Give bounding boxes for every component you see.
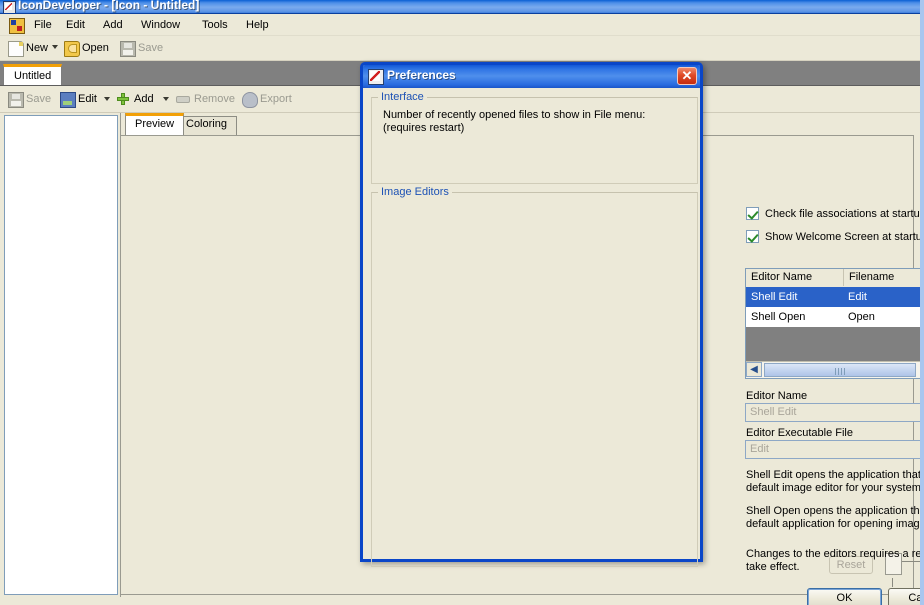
row-filename: Edit	[848, 291, 867, 303]
doc-remove-button: Remove	[174, 90, 235, 108]
remove-icon	[176, 96, 190, 103]
tab-preview[interactable]: Preview	[125, 113, 185, 135]
recent-files-label: Number of recently opened files to show …	[383, 109, 646, 121]
cancel-button[interactable]: Cancel	[888, 588, 920, 605]
menu-help[interactable]: Help	[240, 17, 275, 33]
show-welcome-screen-label: Show Welcome Screen at startup	[765, 231, 924, 243]
application-window: IconDeveloper - [Icon - Untitled] File E…	[0, 0, 924, 605]
ok-button[interactable]: OK	[807, 588, 882, 605]
menu-window[interactable]: Window	[135, 17, 186, 33]
save-disk-icon	[8, 92, 24, 108]
table-row[interactable]: Shell Open Open	[746, 307, 920, 327]
row-filename: Open	[848, 311, 875, 323]
doc-edit-button[interactable]: Edit	[58, 90, 97, 108]
editors-listview[interactable]: Editor Name Filename Shell Edit Edit She…	[745, 268, 920, 379]
column-header-filename[interactable]: Filename	[844, 269, 920, 286]
preferences-dialog: Preferences ✕ Interface Number of recent…	[360, 62, 920, 605]
check-file-associations-label: Check file associations at startup	[765, 208, 924, 220]
menu-file[interactable]: File	[28, 17, 58, 33]
open-button[interactable]: Open	[62, 39, 109, 57]
doc-add-label: Add	[134, 93, 154, 105]
menu-add[interactable]: Add	[97, 17, 129, 33]
open-button-label: Open	[82, 42, 109, 54]
new-document-icon	[8, 41, 24, 57]
menu-bar: File Edit Add Window Tools Help	[0, 15, 920, 36]
doc-save-label: Save	[26, 93, 52, 105]
listview-empty-area	[746, 327, 920, 362]
document-icon	[9, 18, 25, 34]
table-row[interactable]: Shell Edit Edit	[746, 287, 920, 307]
window-titlebar: IconDeveloper - [Icon - Untitled]	[0, 0, 920, 14]
description-restart-note: Changes to the editors requires a restar…	[746, 548, 922, 573]
edit-dropdown-caret[interactable]	[104, 97, 110, 101]
doc-edit-label: Edit	[78, 93, 97, 105]
row-editor-name: Shell Edit	[751, 291, 798, 303]
image-editors-group-label: Image Editors	[378, 186, 452, 198]
interface-group-label: Interface	[378, 91, 427, 103]
app-icon	[368, 69, 384, 85]
icon-list-panel[interactable]	[4, 115, 118, 595]
plus-icon	[116, 92, 130, 106]
tab-coloring[interactable]: Coloring	[176, 116, 237, 135]
new-button-label: New	[26, 42, 49, 54]
doc-add-button[interactable]: Add	[114, 90, 154, 108]
scrollbar-grip-icon	[835, 368, 845, 375]
editor-exe-input: Edit	[745, 440, 920, 459]
save-disk-icon	[120, 41, 136, 57]
dialog-titlebar: Preferences ✕	[363, 65, 700, 88]
check-file-associations-checkbox[interactable]	[746, 207, 759, 220]
recent-files-note: (requires restart)	[383, 122, 465, 134]
doc-export-button: Export	[240, 90, 292, 108]
scroll-left-icon[interactable]: ◀	[746, 362, 762, 377]
scrollbar-thumb[interactable]	[764, 363, 916, 377]
row-editor-name: Shell Open	[751, 311, 806, 323]
app-icon	[3, 1, 16, 13]
new-dropdown-caret[interactable]	[52, 45, 58, 49]
main-toolbar: New Open Save	[0, 36, 920, 61]
new-button[interactable]: New	[6, 39, 48, 57]
doc-export-label: Export	[260, 93, 292, 105]
column-header-editor-name[interactable]: Editor Name	[746, 269, 844, 286]
close-icon[interactable]: ✕	[677, 67, 697, 85]
show-welcome-screen-checkbox[interactable]	[746, 230, 759, 243]
window-title: IconDeveloper - [Icon - Untitled]	[18, 0, 200, 12]
listview-header: Editor Name Filename	[746, 269, 920, 288]
editor-name-input: Shell Edit	[745, 403, 920, 422]
description-shell-edit: Shell Edit opens the application that ha…	[746, 469, 924, 494]
image-editors-group: Image Editors	[371, 186, 698, 567]
listview-horizontal-scrollbar[interactable]: ◀ ▶	[746, 361, 920, 378]
add-dropdown-caret[interactable]	[163, 97, 169, 101]
document-tab-untitled[interactable]: Untitled	[3, 64, 63, 85]
menu-tools[interactable]: Tools	[196, 17, 234, 33]
save-button-label: Save	[138, 42, 164, 54]
zoom-slider-stem	[892, 578, 893, 587]
open-folder-icon	[64, 41, 80, 57]
editor-exe-label: Editor Executable File	[746, 427, 853, 439]
doc-save-button: Save	[6, 90, 51, 108]
save-button: Save	[118, 39, 163, 57]
doc-remove-label: Remove	[194, 93, 235, 105]
export-icon	[242, 92, 258, 108]
description-shell-open: Shell Open opens the application that ha…	[746, 505, 924, 530]
editor-name-label: Editor Name	[746, 390, 808, 402]
image-edit-icon	[60, 92, 76, 108]
dialog-title: Preferences	[387, 68, 456, 82]
menu-edit[interactable]: Edit	[60, 17, 91, 33]
